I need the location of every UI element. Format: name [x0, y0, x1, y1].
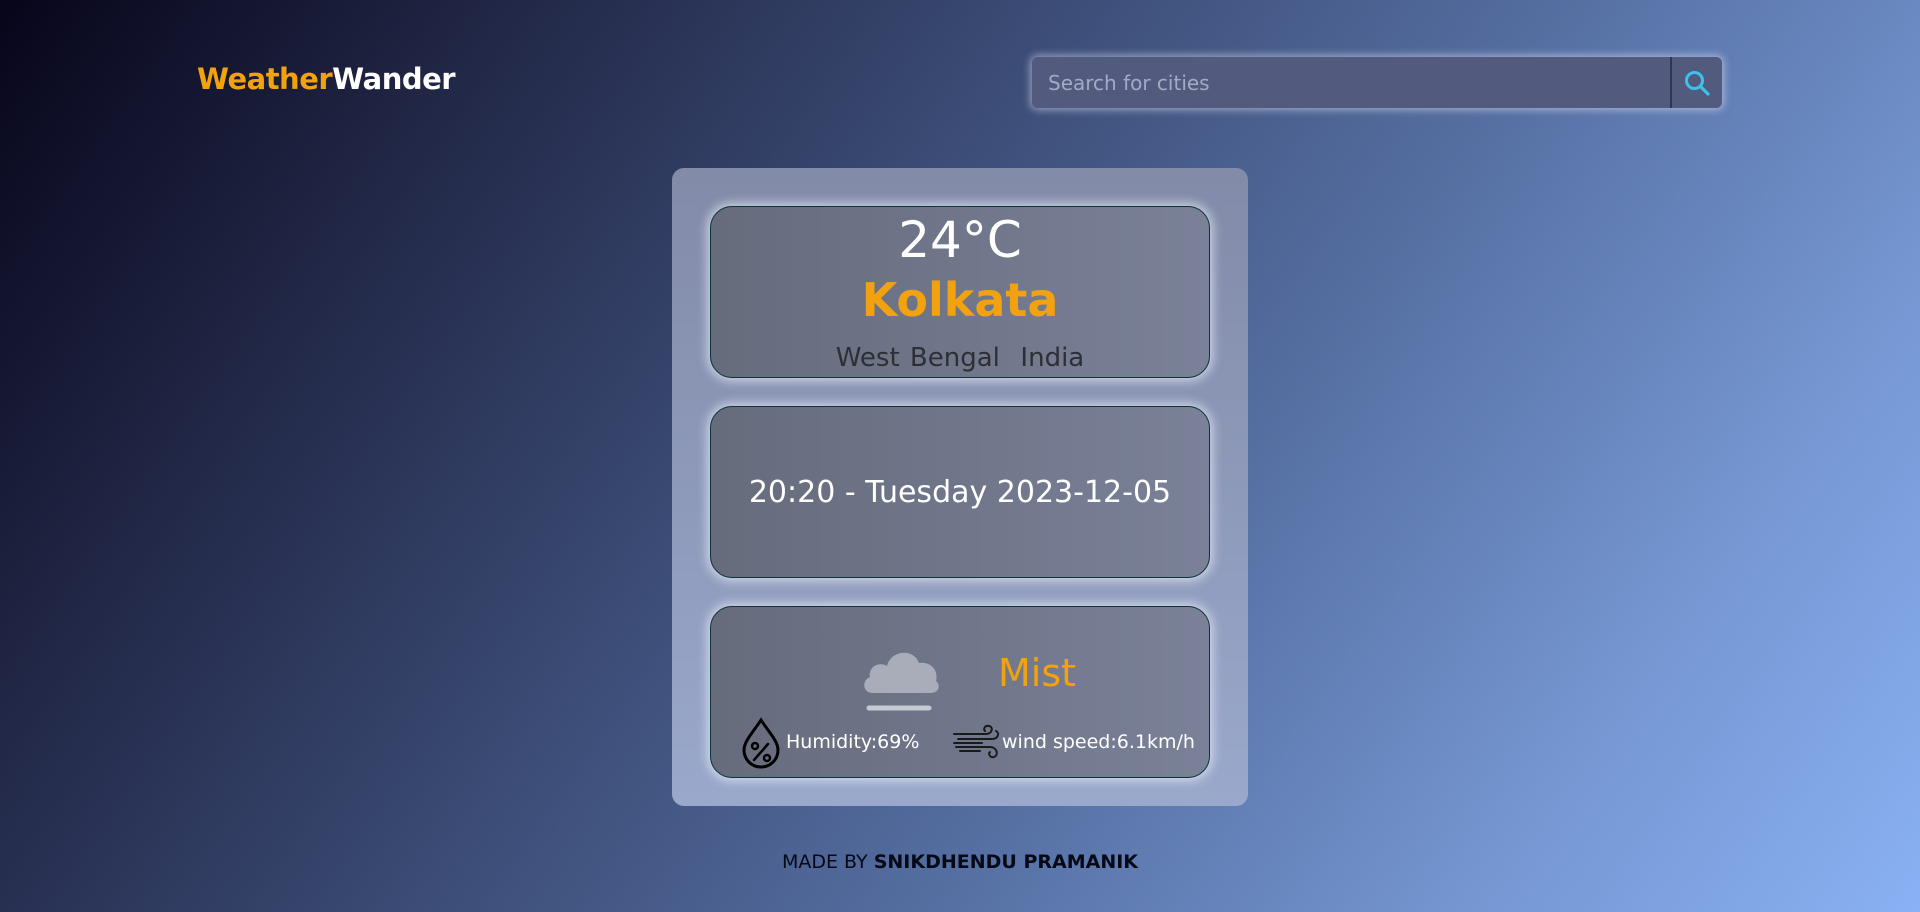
footer-prefix: MADE BY: [781, 851, 874, 873]
location-card: 24°C Kolkata West Bengal India: [710, 206, 1210, 378]
wind-icon: [953, 724, 1000, 759]
weather-panel: 24°C Kolkata West Bengal India 20:20 - T…: [672, 168, 1248, 806]
search-bar: [1032, 57, 1722, 108]
logo-weather: Weather: [197, 62, 333, 96]
wind-speed-value: wind speed:6.1km/h: [1002, 731, 1195, 753]
mist-cloud-icon: [864, 652, 939, 711]
city-name: Kolkata: [861, 273, 1059, 327]
humidity-value: Humidity:69%: [786, 731, 920, 753]
search-icon: [1685, 70, 1710, 96]
temperature: 24°C: [898, 211, 1022, 269]
footer-author: SNIKDHENDU PRAMANIK: [873, 851, 1139, 873]
footer-credit: MADE BY SNIKDHENDU PRAMANIK: [0, 851, 1920, 873]
logo-wander: Wander: [332, 62, 456, 96]
humidity-drop-icon: [742, 717, 780, 769]
local-datetime: 20:20 - Tuesday 2023-12-05: [748, 475, 1172, 510]
condition-text: Mist: [998, 651, 1077, 695]
search-input[interactable]: [1032, 57, 1670, 108]
search-button[interactable]: [1670, 57, 1722, 108]
datetime-card: 20:20 - Tuesday 2023-12-05: [710, 406, 1210, 578]
condition-card: Mist Humidity:69% wind speed:6.1km/h: [710, 606, 1210, 778]
app-logo: WeatherWander: [197, 62, 456, 96]
region-country: West Bengal India: [835, 343, 1085, 373]
